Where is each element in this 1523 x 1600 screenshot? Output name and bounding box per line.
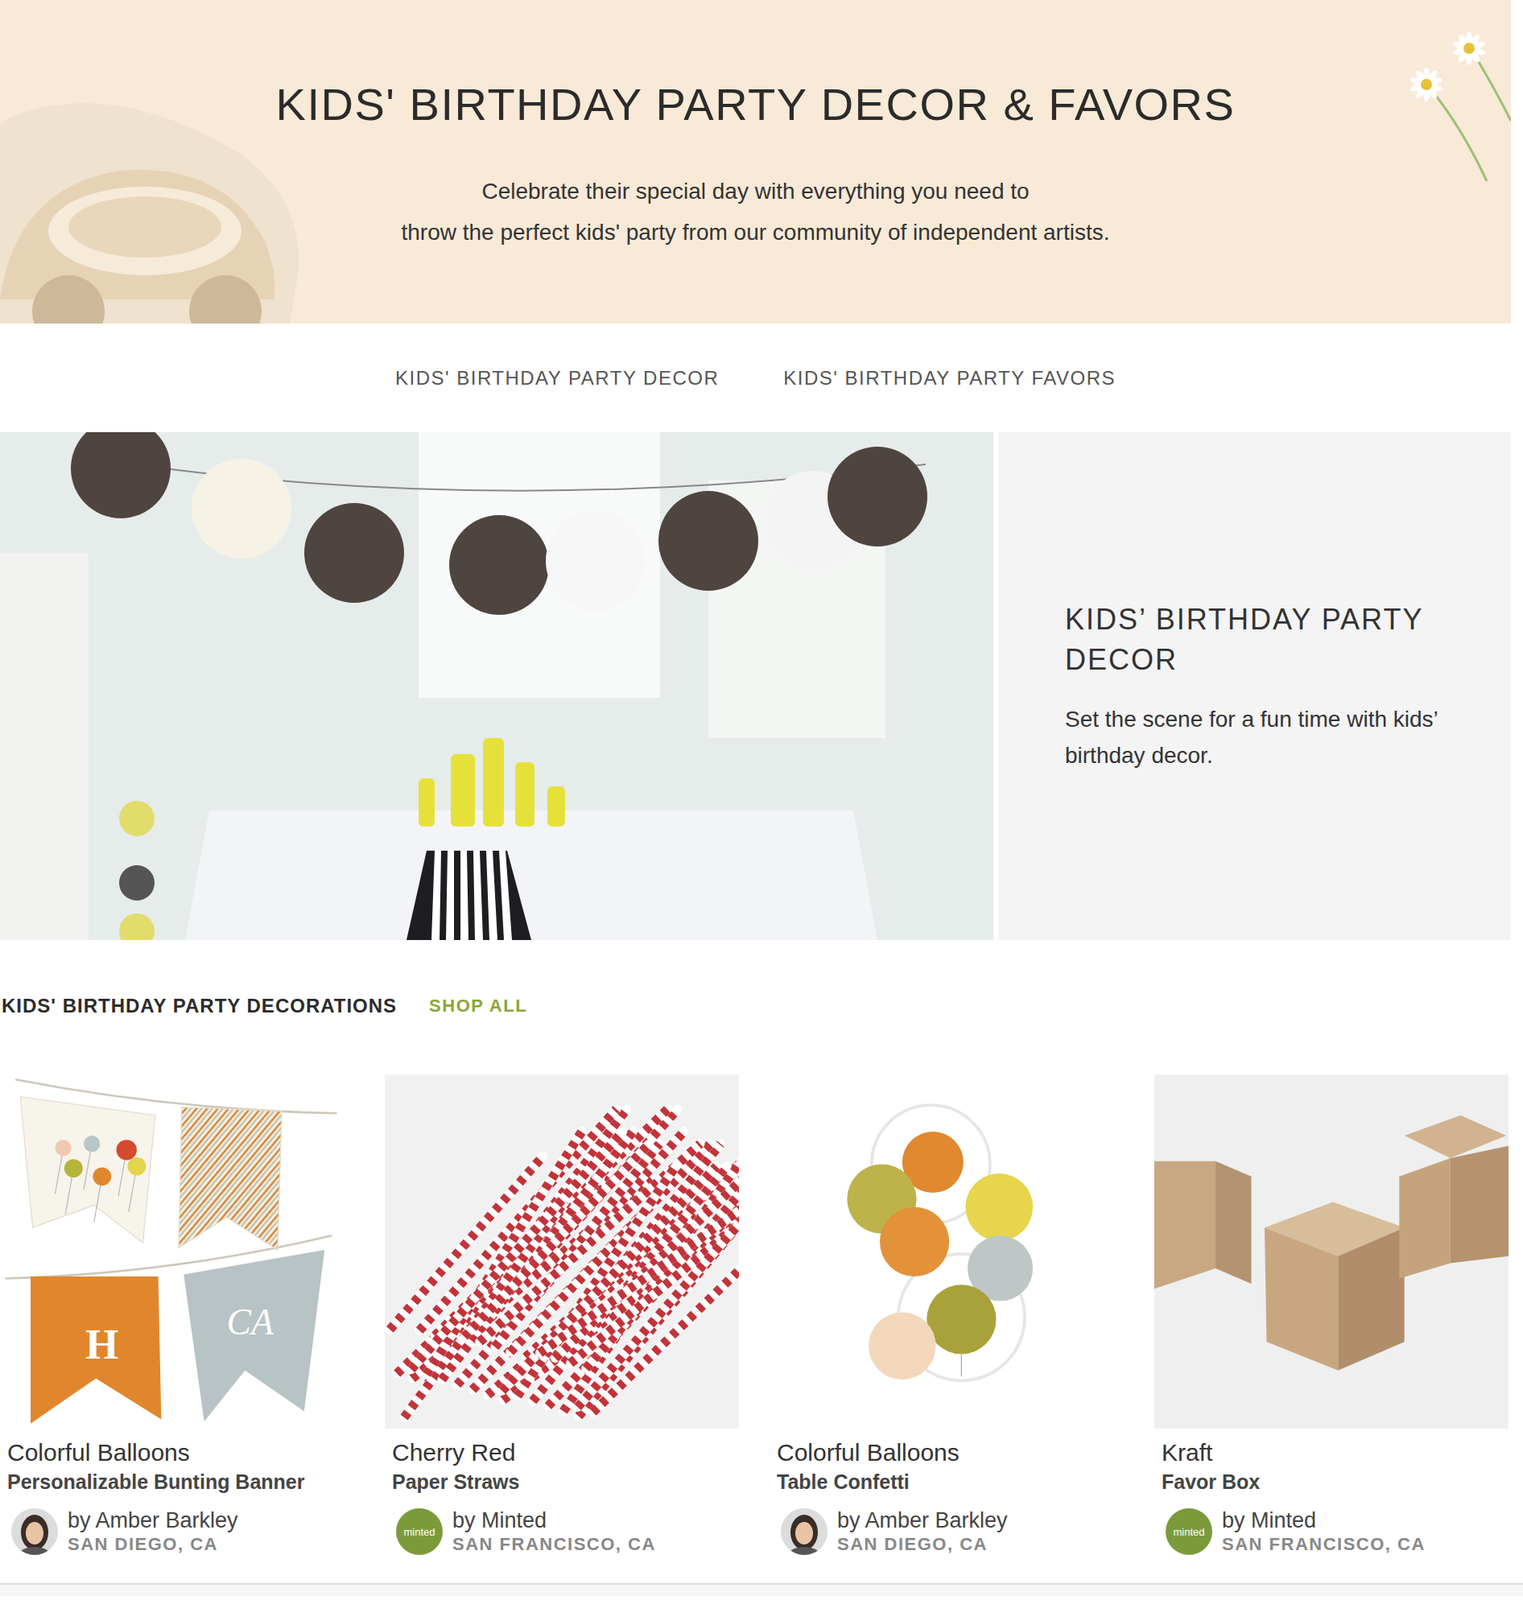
seller-avatar[interactable] xyxy=(780,1508,828,1556)
feature-section: KIDS’ BIRTHDAY PARTY DECOR Set the scene … xyxy=(0,432,1511,941)
product-card[interactable]: KraftFavor Box minted by MintedSAN FRANCIS… xyxy=(1154,1074,1509,1557)
seller-text: by MintedSAN FRANCISCO, CA xyxy=(452,1507,657,1557)
category-nav: KIDS' BIRTHDAY PARTY DECOR KIDS' BIRTHDAY… xyxy=(0,323,1511,433)
seller-location: SAN FRANCISCO, CA xyxy=(452,1533,657,1557)
party-photo[interactable] xyxy=(0,432,994,941)
shop-all-link[interactable]: SHOP ALL xyxy=(429,995,528,1017)
flag-letter: H xyxy=(85,1320,119,1369)
subtitle-line: Celebrate their special day with everyth… xyxy=(401,170,1111,212)
seller-text: by Amber BarkleySAN DIEGO, CA xyxy=(837,1507,1008,1557)
seller-info: by Amber BarkleySAN DIEGO, CA xyxy=(769,1507,1124,1557)
seller-name[interactable]: by Minted xyxy=(452,1507,657,1534)
seller-location: SAN DIEGO, CA xyxy=(67,1533,239,1557)
page-title: KIDS' BIRTHDAY PARTY DECOR & FAVORS xyxy=(276,78,1236,131)
seller-avatar[interactable]: minted xyxy=(1165,1508,1213,1556)
product-type[interactable]: Table Confetti xyxy=(769,1467,1124,1497)
product-image[interactable] xyxy=(769,1074,1124,1429)
wooden-toy-icon xyxy=(0,33,306,324)
hero-subtitle: Celebrate their special day with everyth… xyxy=(401,170,1111,253)
minted-logo: minted xyxy=(1172,1526,1205,1539)
seller-photo-icon xyxy=(780,1508,828,1556)
product-design[interactable]: Colorful Balloons xyxy=(769,1438,1124,1468)
seller-name[interactable]: by Amber Barkley xyxy=(837,1507,1008,1534)
product-image xyxy=(1154,1074,1509,1429)
product-type[interactable]: Personalizable Bunting Banner xyxy=(0,1467,355,1497)
seller-location: SAN DIEGO, CA xyxy=(837,1533,1008,1557)
product-card[interactable]: Colorful BalloonsTable Confetti by Amber … xyxy=(769,1074,1124,1557)
seller-info: minted by MintedSAN FRANCISCO, CA xyxy=(1154,1507,1509,1557)
feature-panel: KIDS’ BIRTHDAY PARTY DECOR Set the scene … xyxy=(998,432,1511,941)
seller-info: minted by MintedSAN FRANCISCO, CA xyxy=(384,1507,739,1557)
party-photo xyxy=(0,432,994,941)
page-footer xyxy=(0,1583,1523,1597)
seller-text: by Amber BarkleySAN DIEGO, CA xyxy=(67,1507,239,1557)
subtitle-line: throw the perfect kids' party from our c… xyxy=(401,211,1111,253)
product-type[interactable]: Paper Straws xyxy=(384,1467,739,1497)
wooden-toy-icon xyxy=(0,33,306,324)
product-type[interactable]: Favor Box xyxy=(1154,1467,1509,1497)
product-design[interactable]: Cherry Red xyxy=(384,1438,739,1468)
product-image[interactable] xyxy=(384,1074,739,1429)
nav-link[interactable]: KIDS' BIRTHDAY PARTY DECOR xyxy=(395,367,719,390)
seller-name[interactable]: by Amber Barkley xyxy=(67,1507,239,1534)
seller-text: by MintedSAN FRANCISCO, CA xyxy=(1221,1507,1426,1557)
product-image[interactable]: H CA xyxy=(0,1074,355,1429)
product-image: H CA xyxy=(0,1074,355,1429)
product-design[interactable]: Kraft xyxy=(1154,1438,1509,1468)
daisy-icon xyxy=(1374,0,1511,194)
product-grid: HCAColorful BalloonsPersonalizable Bunti… xyxy=(0,1074,1511,1557)
product-image xyxy=(384,1074,739,1429)
nav-link[interactable]: KIDS' BIRTHDAY PARTY FAVORS xyxy=(783,367,1116,390)
product-design[interactable]: Colorful Balloons xyxy=(0,1438,355,1468)
product-card[interactable]: Cherry RedPaper Straws minted by MintedSAN… xyxy=(384,1074,739,1557)
seller-location: SAN FRANCISCO, CA xyxy=(1221,1533,1426,1557)
product-image xyxy=(769,1074,1124,1429)
daisy-icon xyxy=(1374,0,1511,194)
flag-letter: CA xyxy=(227,1301,275,1343)
feature-description: Set the scene for a fun time with kids’ … xyxy=(1064,701,1452,774)
hero-banner: KIDS' BIRTHDAY PARTY DECOR & FAVORS Celeb… xyxy=(0,0,1511,324)
minted-logo: minted xyxy=(403,1526,435,1539)
section-title: KIDS' BIRTHDAY PARTY DECORATIONS xyxy=(1,994,397,1018)
section-header: KIDS' BIRTHDAY PARTY DECORATIONS SHOP ALL xyxy=(0,980,1511,1032)
seller-photo-icon xyxy=(11,1508,58,1556)
product-image[interactable] xyxy=(1154,1074,1509,1429)
seller-info: by Amber BarkleySAN DIEGO, CA xyxy=(0,1507,355,1557)
product-card[interactable]: H CA Colorful BalloonsPersonalizable Bunti… xyxy=(0,1074,355,1557)
seller-avatar[interactable] xyxy=(11,1508,58,1556)
seller-avatar[interactable]: minted xyxy=(396,1508,443,1556)
feature-title[interactable]: KIDS’ BIRTHDAY PARTY DECOR xyxy=(1064,599,1444,681)
seller-name[interactable]: by Minted xyxy=(1221,1507,1426,1534)
